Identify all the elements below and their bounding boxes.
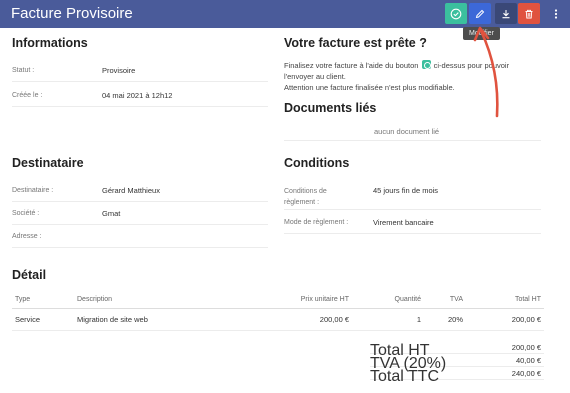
- ready-text-after: ci-dessus pour pouvoir: [433, 61, 510, 70]
- ready-warning: Attention une facture finalisée n'est pl…: [284, 83, 455, 92]
- dest-company-label: Société :: [12, 210, 40, 217]
- cond-row-mode: Mode de règlement : Virement bancaire: [284, 210, 541, 234]
- ready-heading: Votre facture est prête ?: [284, 36, 427, 50]
- check-circle-icon: [450, 8, 462, 19]
- detail-table: Type Description Prix unitaire HT Quanti…: [12, 291, 544, 331]
- dest-address-label: Adresse :: [12, 233, 42, 240]
- page-title: Facture Provisoire: [11, 5, 133, 22]
- dest-row-company: Société : Gmat: [12, 201, 268, 225]
- col-unit-price: Prix unitaire HT: [234, 291, 352, 309]
- col-total-ht: Total HT: [466, 291, 544, 309]
- total-ttc-row: Total TTC 240,00 €: [370, 368, 544, 385]
- more-options-button[interactable]: [548, 3, 564, 24]
- edit-tooltip: Modifier: [463, 27, 500, 40]
- cond-mode-value: Virement bancaire: [373, 218, 434, 227]
- dest-name-value: Gérard Matthieux: [102, 186, 160, 195]
- trash-icon: [525, 9, 533, 18]
- ready-text-before: Finalisez votre facture à l'aide du bout…: [284, 61, 419, 70]
- cell-unit-price: 200,00 €: [234, 308, 352, 331]
- kebab-menu-icon: [554, 8, 558, 19]
- cond-terms-value: 45 jours fin de mois: [373, 186, 439, 195]
- created-label: Créée le :: [12, 92, 43, 99]
- conditions-heading: Conditions: [284, 156, 350, 170]
- table-row: Service Migration de site web 200,00 € 1…: [12, 308, 544, 331]
- col-description: Description: [74, 291, 234, 309]
- detail-header-row: Type Description Prix unitaire HT Quanti…: [12, 291, 544, 309]
- detail-heading: Détail: [12, 268, 47, 282]
- validate-button[interactable]: [445, 3, 467, 24]
- status-value: Provisoire: [102, 66, 136, 75]
- created-value: 04 mai 2021 à 12h12: [102, 91, 173, 100]
- cell-description: Migration de site web: [74, 308, 234, 331]
- dest-company-value: Gmat: [102, 209, 121, 218]
- dest-row-address: Adresse :: [12, 224, 268, 248]
- dest-name-label: Destinataire :: [12, 187, 54, 194]
- cell-total-ht: 200,00 €: [466, 308, 544, 331]
- download-button[interactable]: [495, 3, 517, 24]
- total-ttc-value: 240,00 €: [511, 369, 541, 378]
- top-bar: Facture Provisoire: [0, 0, 570, 28]
- cell-quantity: 1: [352, 308, 424, 331]
- status-label: Statut :: [12, 67, 35, 74]
- cond-mode-label: Mode de règlement :: [284, 219, 349, 226]
- col-vat: TVA: [424, 291, 466, 309]
- cell-vat: 20%: [424, 308, 466, 331]
- total-ttc-label: Total TTC: [370, 368, 440, 385]
- ready-text-line2: l'envoyer au client.: [284, 72, 346, 81]
- total-ht-value: 200,00 €: [511, 343, 541, 352]
- info-row-status: Statut : Provisoire: [12, 58, 268, 82]
- total-vat-value: 40,00 €: [515, 356, 541, 365]
- informations-heading: Informations: [12, 36, 88, 50]
- documents-heading: Documents liés: [284, 101, 377, 115]
- download-icon: [502, 9, 510, 18]
- cond-terms-label: Conditions de règlement :: [284, 188, 327, 206]
- edit-button[interactable]: [469, 3, 491, 24]
- delete-button[interactable]: [518, 3, 540, 24]
- ready-instructions: Finalisez votre facture à l'aide du bout…: [284, 60, 544, 93]
- cond-row-terms: Conditions de règlement : 45 jours fin d…: [284, 180, 541, 210]
- col-quantity: Quantité: [352, 291, 424, 309]
- destinataire-heading: Destinataire: [12, 156, 84, 170]
- inline-check-icon: [421, 60, 431, 69]
- documents-empty-text: aucun document lié: [374, 127, 440, 136]
- info-row-created: Créée le : 04 mai 2021 à 12h12: [12, 83, 268, 107]
- dest-row-name: Destinataire : Gérard Matthieux: [12, 178, 268, 202]
- total-ht-row: Total HT 200,00 €: [370, 342, 544, 359]
- col-type: Type: [12, 291, 74, 309]
- documents-empty-row: aucun document lié: [284, 121, 541, 141]
- pencil-icon: [475, 9, 485, 18]
- total-vat-row: TVA (20%) 40,00 €: [370, 355, 544, 372]
- cell-type: Service: [12, 308, 74, 331]
